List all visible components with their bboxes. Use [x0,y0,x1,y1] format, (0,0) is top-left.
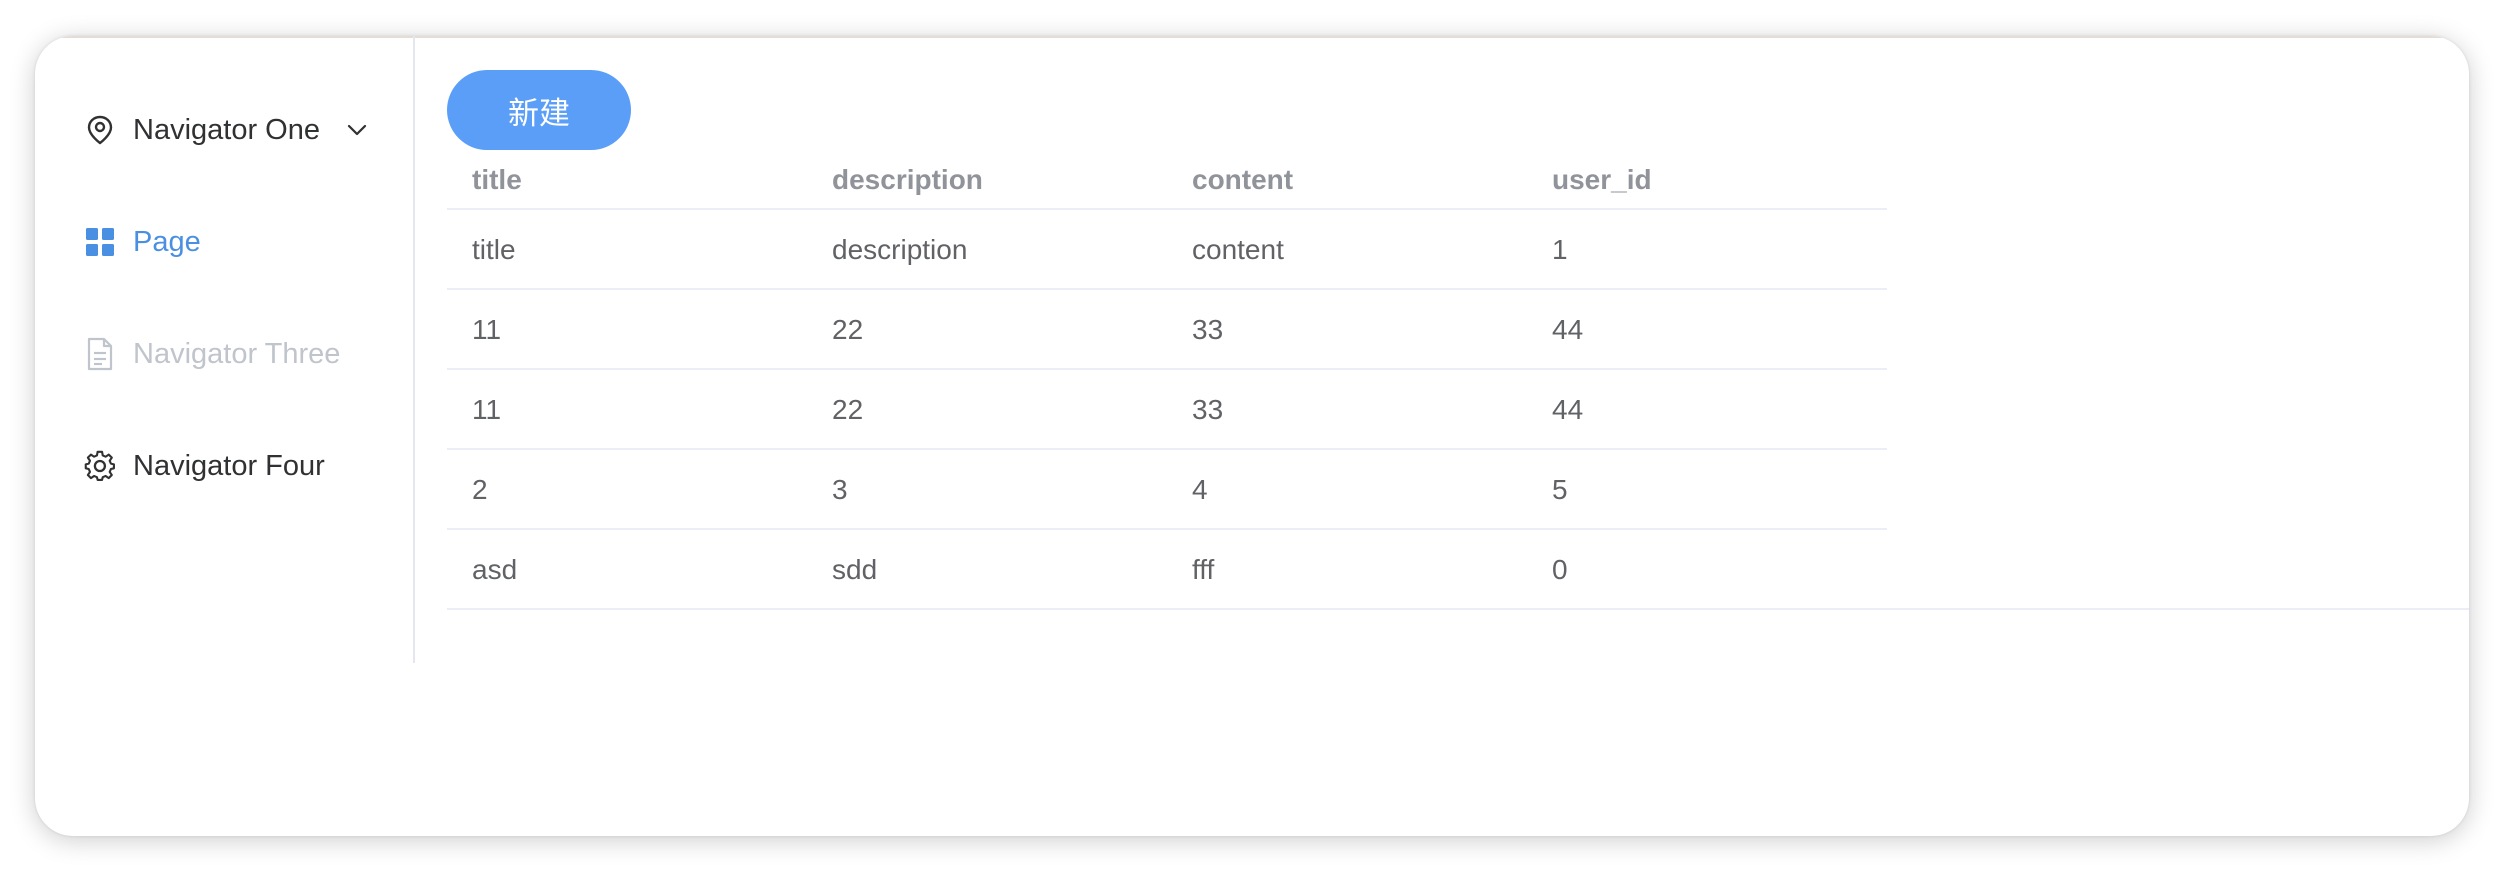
table-cell: description [832,234,968,265]
table-cell: 1 [1552,234,1568,265]
data-table: title description content user_id title … [447,150,2469,610]
row-divider [447,608,2469,610]
grid-icon [83,225,117,259]
table-cell: 22 [832,394,864,425]
sidebar-item-navigator-one[interactable]: Navigator One [83,85,368,175]
sidebar-item-label: Page [133,225,201,258]
sidebar-item-navigator-four[interactable]: Navigator Four [83,421,325,511]
table-cell: content [1192,234,1284,265]
new-button[interactable]: 新建 [447,70,631,150]
table-row[interactable]: 11 22 33 44 [447,370,2469,450]
table-cell: 44 [1552,394,1584,425]
table-row[interactable]: 2 3 4 5 [447,450,2469,530]
table-row[interactable]: asd sdd fff 0 [447,530,2469,610]
column-header-description[interactable]: description [832,150,983,210]
table-cell: 11 [472,394,502,425]
table-row[interactable]: 11 22 33 44 [447,290,2469,370]
location-icon [83,113,117,147]
table-cell: 44 [1552,314,1584,345]
table-cell: 33 [1192,394,1224,425]
column-header-title[interactable]: title [472,150,522,210]
sidebar-item-page[interactable]: Page [83,197,201,287]
sidebar-item-label: Navigator Four [133,449,325,482]
table-cell: sdd [832,554,878,585]
table-cell: 4 [1192,474,1208,505]
table-cell: 3 [832,474,848,505]
table-cell: 22 [832,314,864,345]
column-header-user-id[interactable]: user_id [1552,150,1652,210]
table-row[interactable]: title description content 1 [447,210,2469,290]
table-cell: fff [1192,554,1215,585]
gear-icon [83,449,117,483]
table-cell: 2 [472,474,488,505]
app-window: Navigator One Page Navigator Three Navig… [35,36,2469,836]
table-cell: 33 [1192,314,1224,345]
table-cell: 11 [472,314,502,345]
main-content: 新建 title description content user_id tit… [447,36,2469,836]
sidebar-menu: Navigator One Page Navigator Three Navig… [35,36,415,663]
chevron-down-icon [346,119,368,141]
document-icon [83,337,117,371]
sidebar-item-label: Navigator One [133,113,320,146]
table-cell: 5 [1552,474,1568,505]
sidebar-item-navigator-three[interactable]: Navigator Three [83,309,340,399]
table-cell: asd [472,554,518,585]
table-cell: title [472,234,516,265]
sidebar-item-label: Navigator Three [133,337,341,370]
table-header-row: title description content user_id [447,150,2469,210]
column-header-content[interactable]: content [1192,150,1293,210]
table-cell: 0 [1552,554,1568,585]
